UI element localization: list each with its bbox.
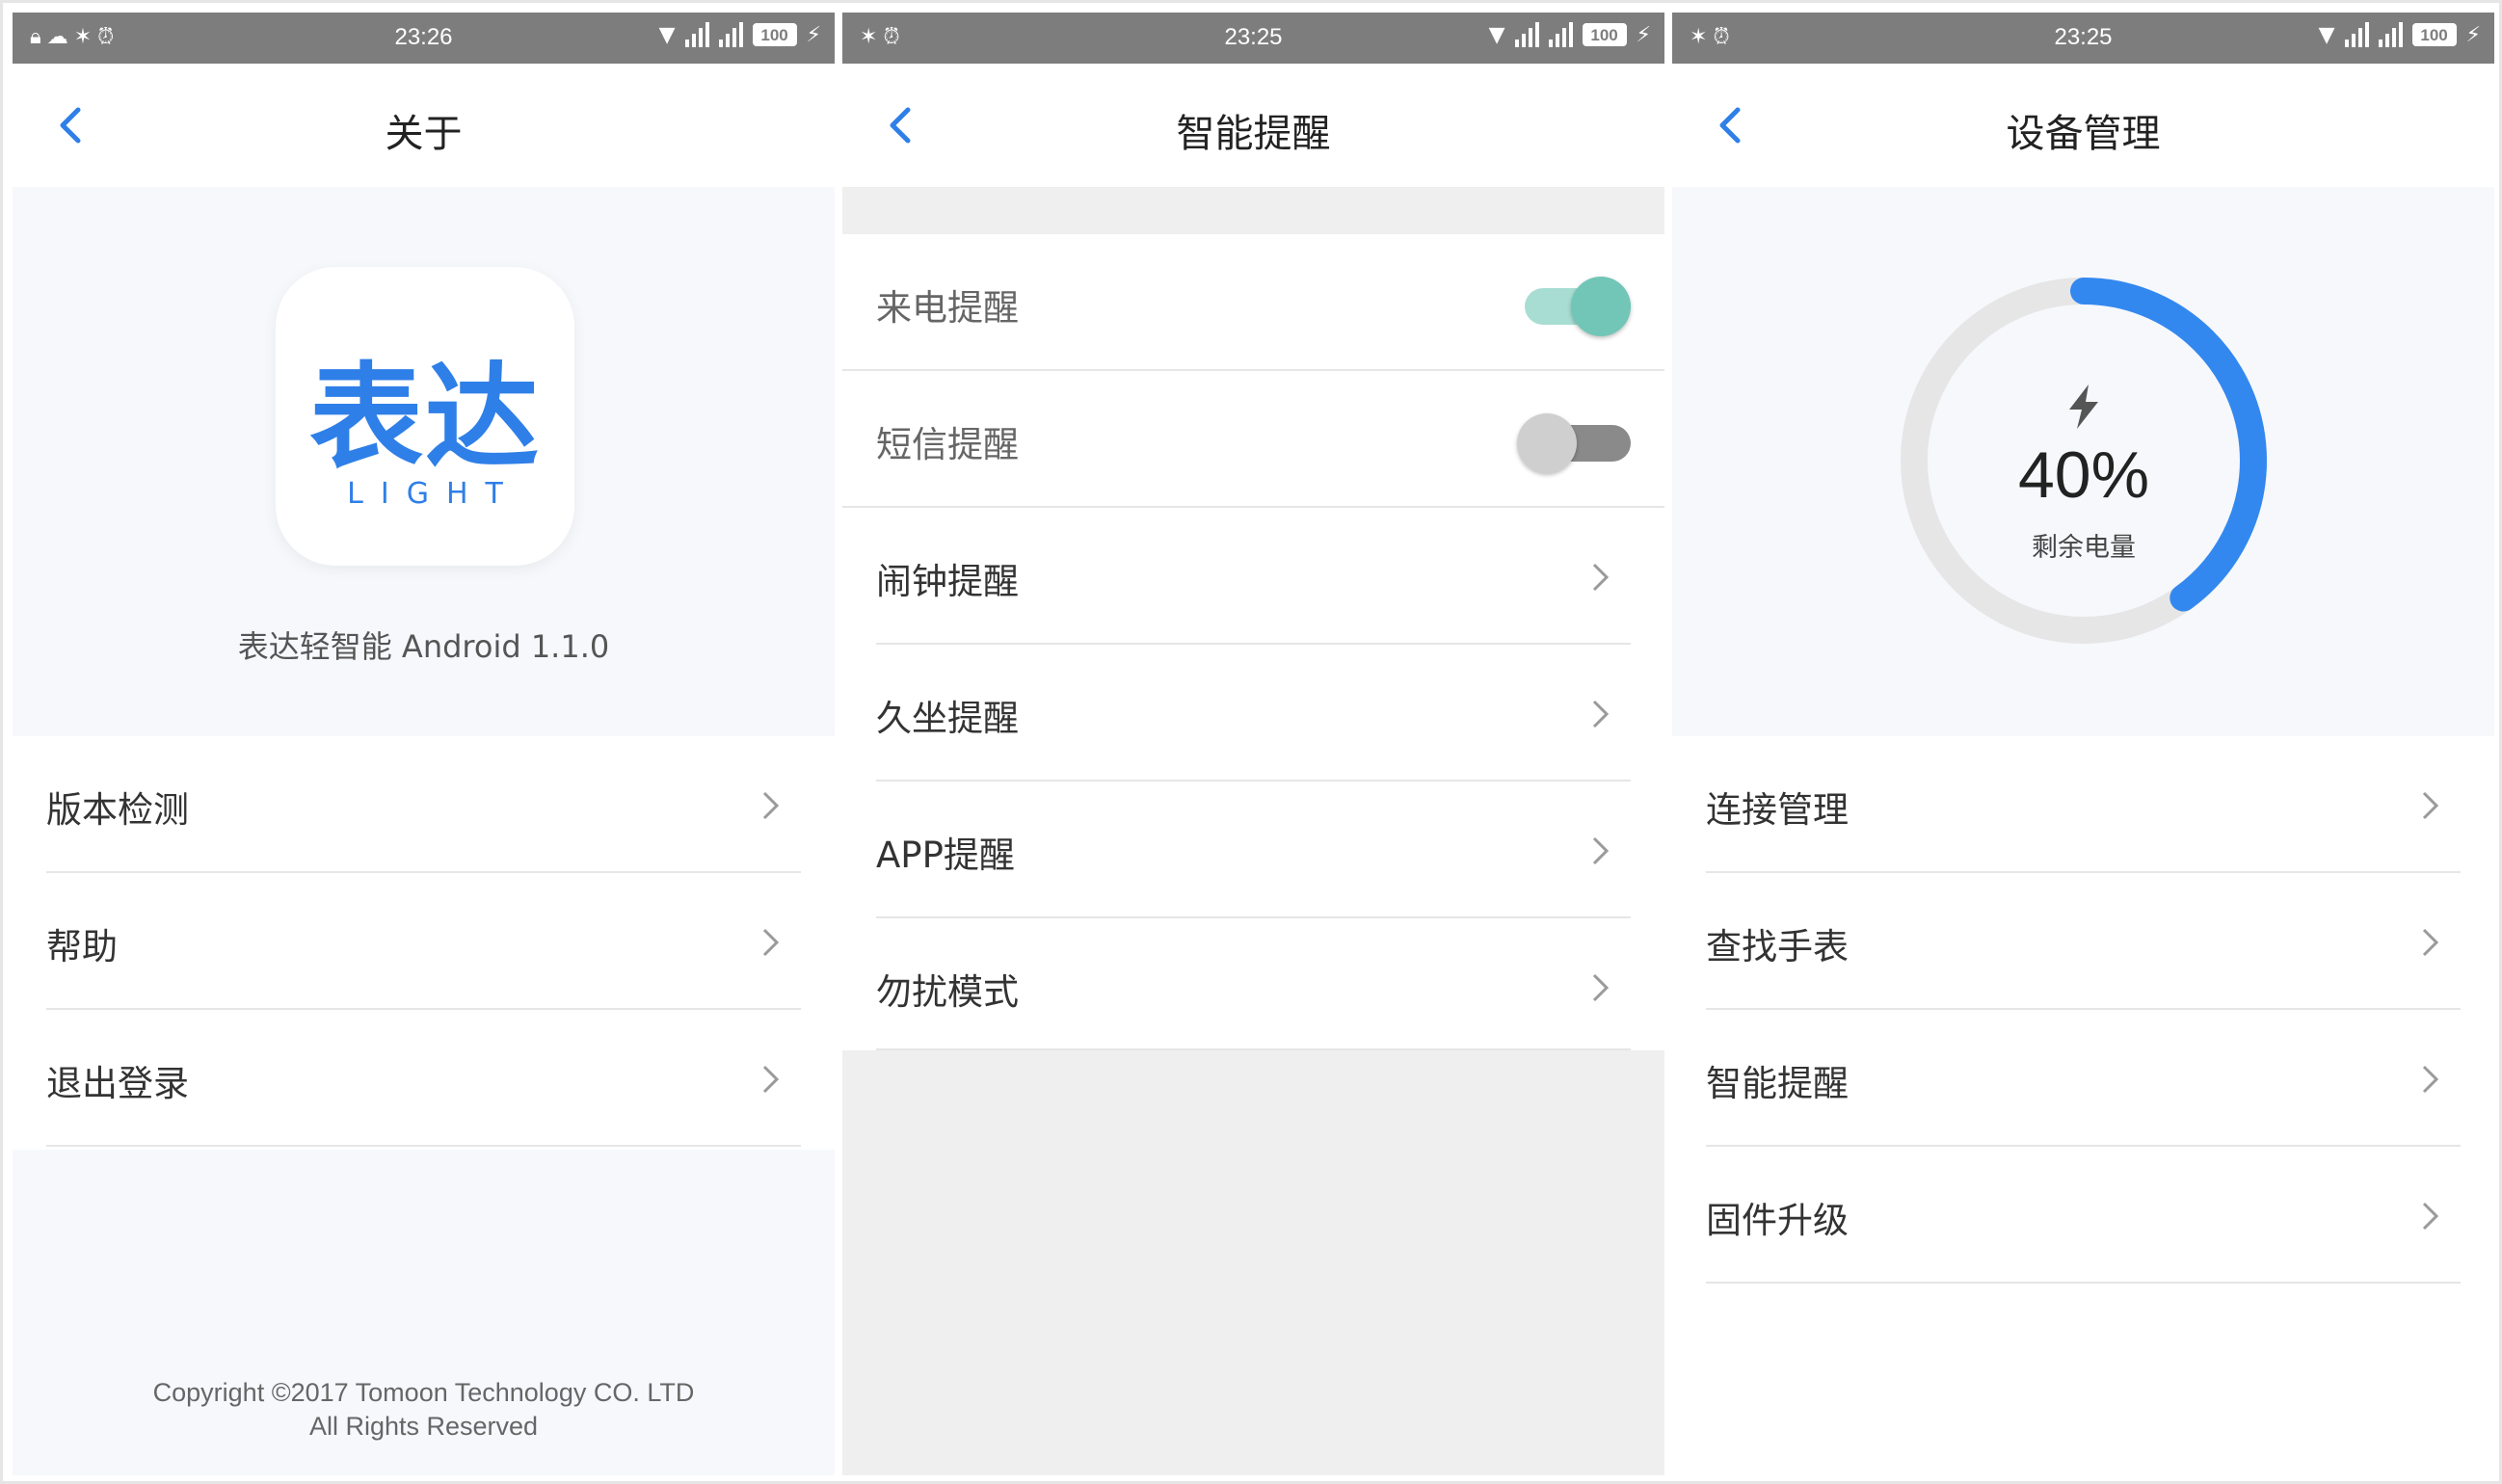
status-right-icons: ▼ 100 ⚡︎ [2319,22,2481,47]
chevron-right-icon [1592,700,1610,729]
chevron-right-icon [2422,791,2439,820]
app-logo: 表达 LIGHT [276,267,574,566]
sms-reminder-toggle[interactable] [1517,413,1631,473]
chevron-right-icon [2422,928,2439,957]
toggle-label: 短信提醒 [876,424,1019,465]
battery-gauge: 40% 剩余电量 [1896,273,2272,649]
status-bar: 🔒︎☁✶⏰︎ 23:26 ▼ 100 ⚡︎ [13,13,835,64]
call-reminder-toggle[interactable] [1517,277,1631,336]
device-management-screen: ✶⏰︎ 23:25 ▼ 100 ⚡︎ 设备管理 40% 剩余电量 连接管理 查找… [1672,13,2494,1475]
menu-item-label: 闹钟提醒 [876,561,1019,602]
wifi-icon: ▼ [2318,22,2335,47]
signal-icon [1548,22,1573,47]
menu-item-connection[interactable]: 连接管理 [1672,736,2494,873]
section-gap [842,187,1664,234]
nav-bar: 智能提醒 [842,64,1664,187]
menu-item-label: APP提醒 [876,835,1015,876]
menu-item-app-reminder[interactable]: APP提醒 [842,782,1664,918]
wifi-icon: ▼ [1488,22,1505,47]
page-title: 关于 [385,112,463,156]
menu-item-sedentary-reminder[interactable]: 久坐提醒 [842,645,1664,782]
toggle-knob [1517,413,1577,473]
menu-item-find-watch[interactable]: 查找手表 [1672,873,2494,1010]
signal-icon [2378,22,2403,47]
chevron-right-icon [1592,836,1610,865]
lightning-icon [2069,384,2098,429]
toggle-row-sms-reminder: 短信提醒 [842,371,1664,508]
menu-item-label: 固件升级 [1706,1200,1849,1241]
battery-label: 剩余电量 [2032,533,2136,563]
charging-icon: ⚡︎ [806,22,821,47]
nav-bar: 关于 [13,64,835,187]
empty-area [842,1050,1664,1475]
footer: Copyright ©2017 Tomoon Technology CO. LT… [13,1150,835,1475]
signal-icon [1514,22,1539,47]
app-version: 表达轻智能 Android 1.1.0 [237,628,610,665]
signal-icon [718,22,743,47]
battery-icon: 100 [752,23,797,46]
chevron-right-icon [762,928,780,957]
divider [46,1145,801,1147]
chevron-right-icon [1592,563,1610,592]
menu-item-label: 帮助 [46,926,118,967]
menu-item-logout[interactable]: 退出登录 [13,1010,835,1147]
menu-item-firmware-upgrade[interactable]: 固件升级 [1672,1147,2494,1284]
battery-icon: 100 [2411,23,2457,46]
menu-item-help[interactable]: 帮助 [13,873,835,1010]
chevron-right-icon [762,1065,780,1094]
menu-item-label: 智能提醒 [1706,1063,1849,1104]
about-screen: 🔒︎☁✶⏰︎ 23:26 ▼ 100 ⚡︎ 关于 表达 LIGHT 表达轻智能 … [13,13,835,1475]
menu-item-label: 版本检测 [46,789,189,831]
page-title: 设备管理 [2006,112,2161,156]
chevron-right-icon [2422,1065,2439,1094]
copyright-text: Copyright ©2017 Tomoon Technology CO. LT… [13,1376,835,1444]
battery-icon: 100 [1582,23,1627,46]
toggle-label: 来电提醒 [876,287,1019,329]
chevron-right-icon [2422,1202,2439,1231]
menu-item-smart-reminder[interactable]: 智能提醒 [1672,1010,2494,1147]
menu-item-label: 退出登录 [46,1063,189,1104]
menu-item-label: 久坐提醒 [876,698,1019,739]
menu-item-label: 连接管理 [1706,789,1849,831]
charging-icon: ⚡︎ [1636,22,1651,47]
menu-item-label: 勿扰模式 [876,971,1019,1013]
page-title: 智能提醒 [1176,112,1331,156]
status-right-icons: ▼ 100 ⚡︎ [1489,22,1651,47]
menu-item-do-not-disturb[interactable]: 勿扰模式 [842,918,1664,1050]
divider [1706,1282,2461,1284]
charging-icon: ⚡︎ [2465,22,2481,47]
status-right-icons: ▼ 100 ⚡︎ [659,22,821,47]
battery-percent: 40% [2017,438,2150,512]
screenshot-collage: 🔒︎☁✶⏰︎ 23:26 ▼ 100 ⚡︎ 关于 表达 LIGHT 表达轻智能 … [0,0,2502,1484]
wifi-icon: ▼ [658,22,676,47]
toggle-row-call-reminder: 来电提醒 [842,234,1664,371]
signal-icon [684,22,709,47]
logo-main-text: 表达 [308,351,541,484]
copyright-line: Copyright ©2017 Tomoon Technology CO. LT… [152,1378,695,1407]
menu-item-alarm-reminder[interactable]: 闹钟提醒 [842,508,1664,645]
menu-item-label: 查找手表 [1706,926,1849,967]
chevron-right-icon [762,791,780,820]
nav-bar: 设备管理 [1672,64,2494,187]
logo-sub-text: LIGHT [347,477,520,511]
status-bar: ✶⏰︎ 23:25 ▼ 100 ⚡︎ [842,13,1664,64]
status-bar: ✶⏰︎ 23:25 ▼ 100 ⚡︎ [1672,13,2494,64]
toggle-knob [1571,277,1631,336]
signal-icon [2344,22,2369,47]
app-info-header: 表达 LIGHT 表达轻智能 Android 1.1.0 [13,187,835,736]
smart-reminder-screen: ✶⏰︎ 23:25 ▼ 100 ⚡︎ 智能提醒 来电提醒 短信提醒 闹钟提醒 久… [842,13,1664,1475]
rights-line: All Rights Reserved [308,1412,539,1441]
menu-item-version-check[interactable]: 版本检测 [13,736,835,873]
chevron-right-icon [1592,973,1610,1002]
battery-panel: 40% 剩余电量 [1672,187,2494,736]
